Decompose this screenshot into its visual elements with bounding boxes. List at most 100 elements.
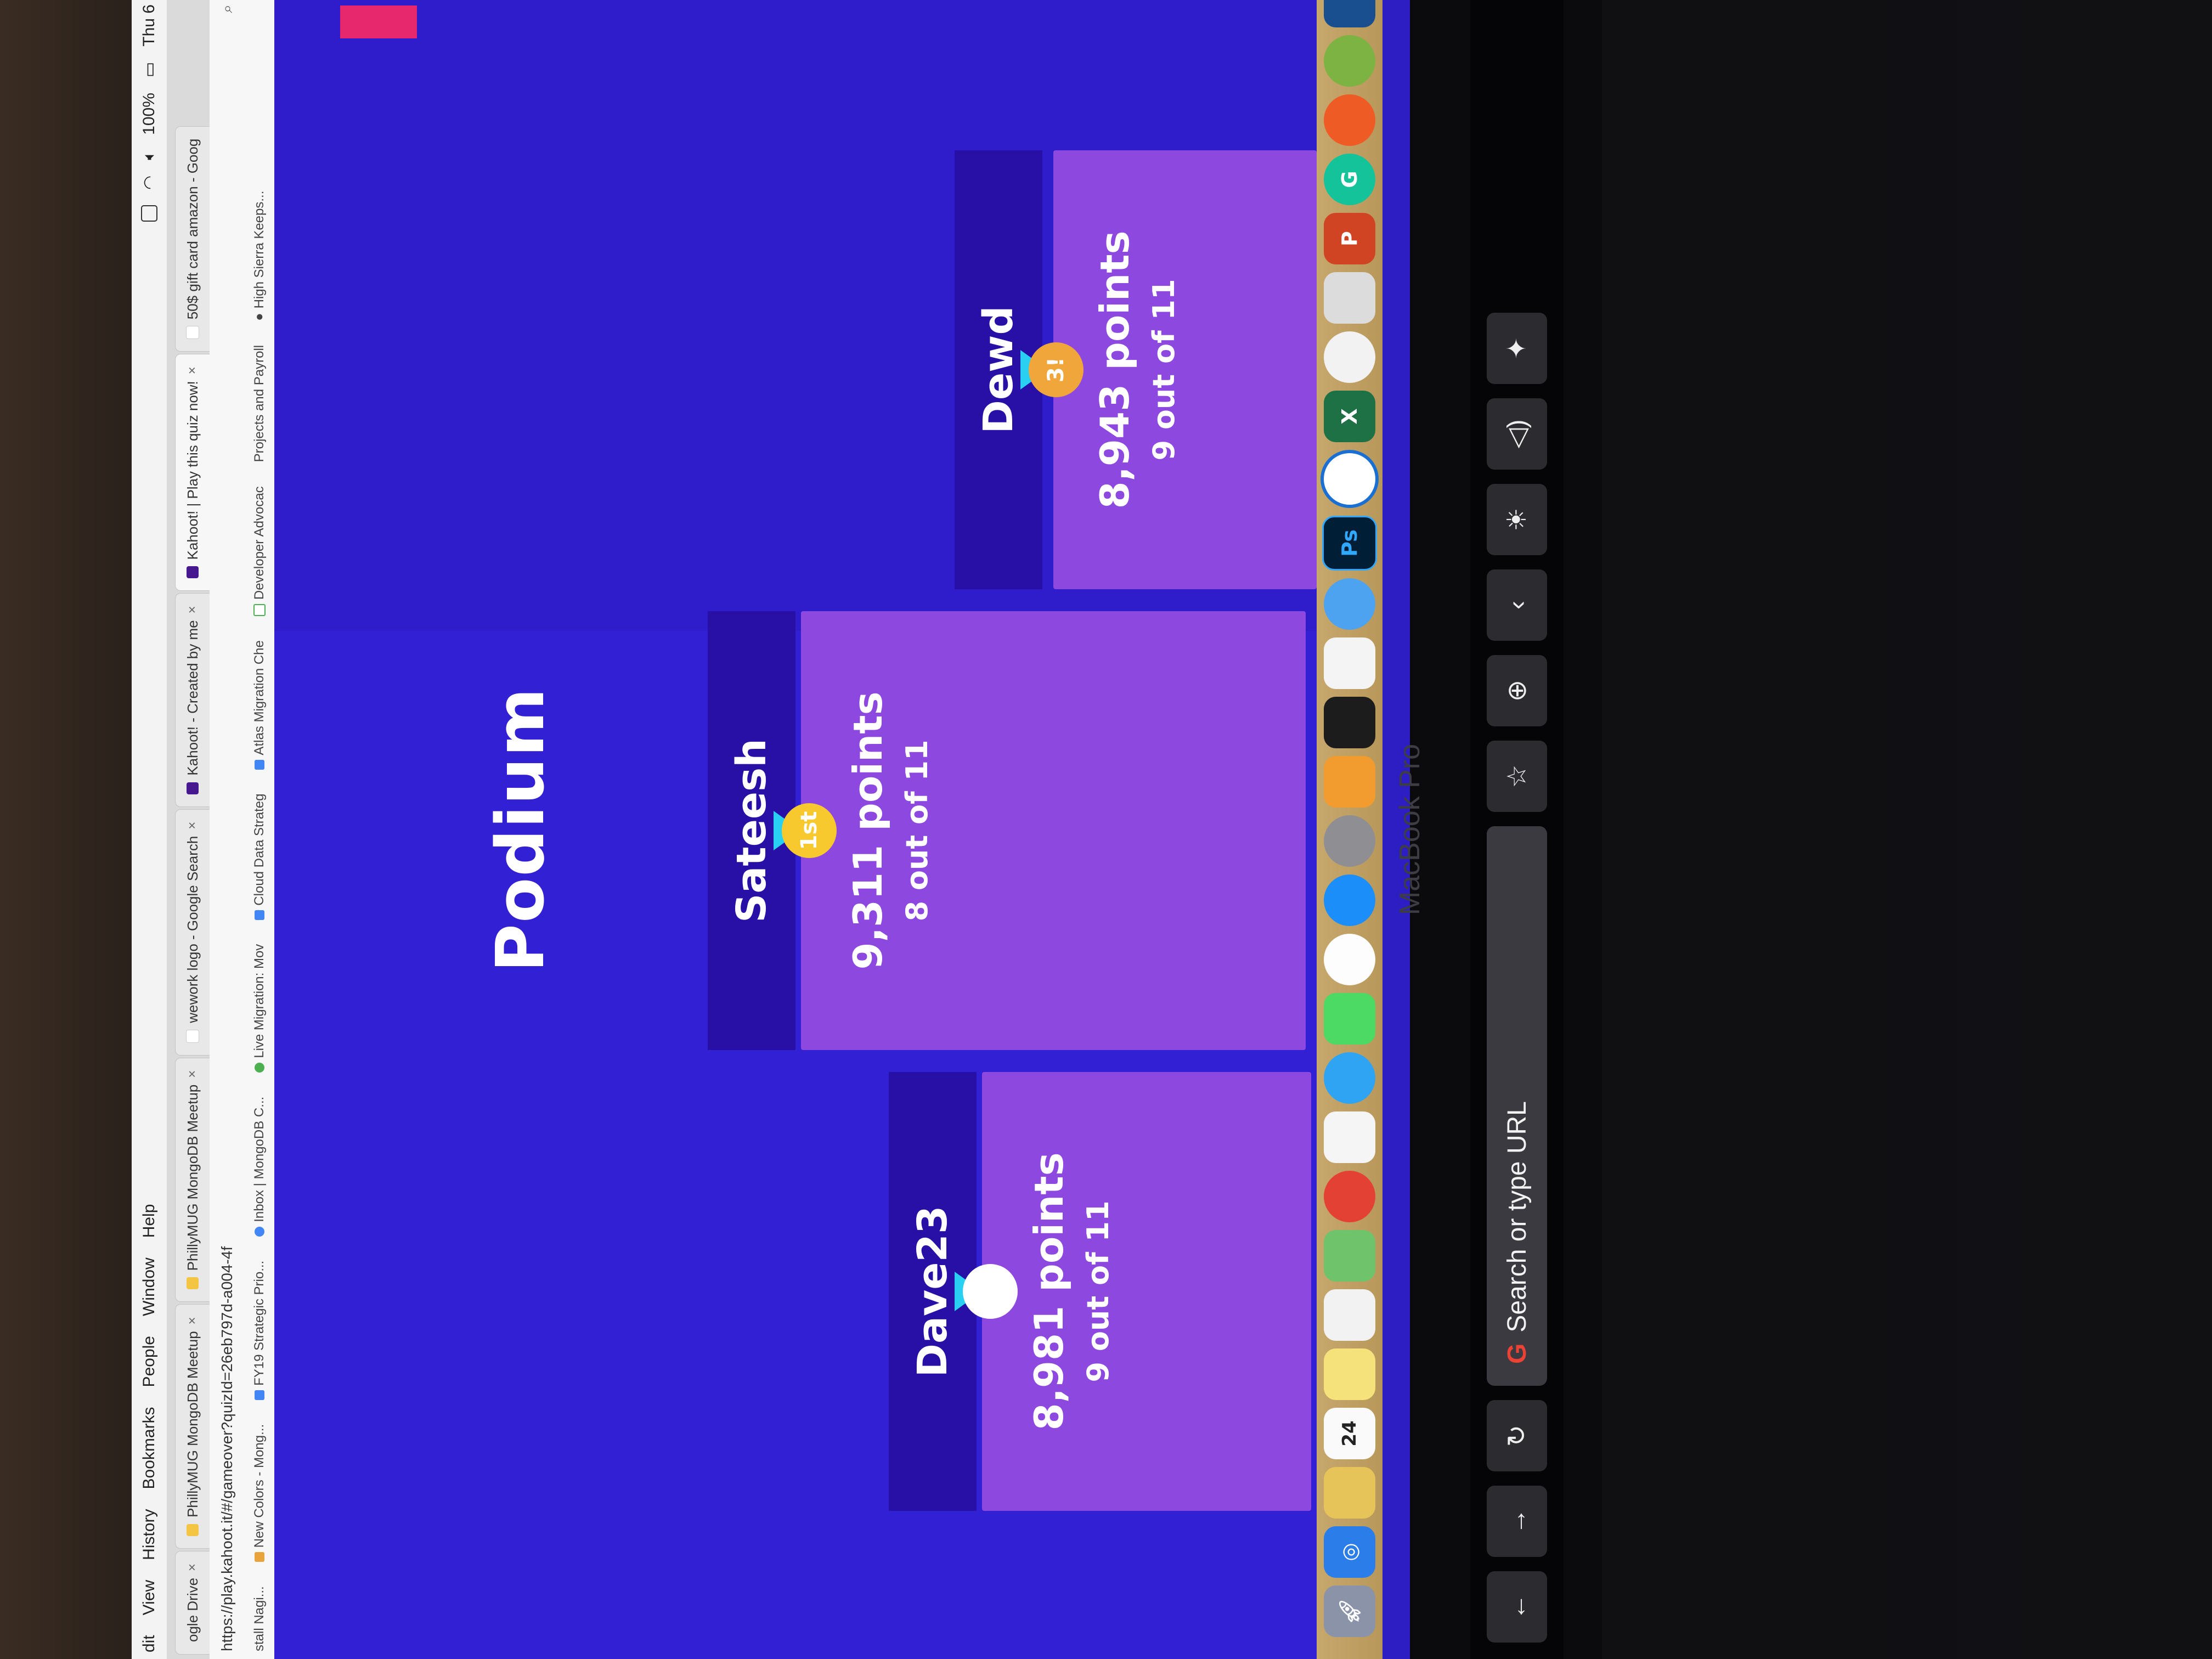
kahoot-icon bbox=[187, 566, 199, 579]
battery-icon[interactable]: ▭ bbox=[140, 62, 159, 77]
chat-icon[interactable] bbox=[1324, 35, 1375, 87]
url-field[interactable]: https://play.kahoot.it/#/gameover?quizId… bbox=[218, 13, 236, 1651]
kahoot-podium-page: Podium Dave23 8,981 points 9 out of 11 S… bbox=[274, 0, 1317, 1659]
tab-gift-card-search[interactable]: 50$ gift card amazon - Goog bbox=[175, 126, 210, 352]
app-store-icon[interactable] bbox=[1324, 874, 1375, 926]
status-icon[interactable] bbox=[141, 205, 157, 222]
siri-icon[interactable]: ✦ bbox=[1487, 313, 1547, 384]
bookmark-label: Inbox | MongoDB C... bbox=[252, 1096, 267, 1222]
expand-icon[interactable]: ‹ bbox=[1487, 569, 1547, 641]
bookmark-item[interactable]: Atlas Migration Che bbox=[252, 640, 267, 770]
bookmark-item[interactable]: Inbox | MongoDB C... bbox=[252, 1097, 267, 1237]
brightness-icon[interactable]: ☀ bbox=[1487, 484, 1547, 555]
tab-wework-search[interactable]: wework logo - Google Search × bbox=[175, 809, 210, 1056]
volume-icon[interactable]: 🔈︎ bbox=[140, 150, 159, 160]
bookmark-label: Atlas Migration Che bbox=[252, 640, 267, 755]
mongodb-compass-icon[interactable] bbox=[1324, 331, 1375, 383]
bookmark-label: FY19 Strategic Prio... bbox=[252, 1260, 267, 1386]
pink-accent-button[interactable] bbox=[340, 5, 417, 38]
clock[interactable]: Thu 6 bbox=[140, 4, 159, 47]
menu-bookmarks[interactable]: Bookmarks bbox=[140, 1407, 159, 1489]
bookmark-item[interactable]: stall Nagi... bbox=[252, 1586, 267, 1651]
lock-icon[interactable] bbox=[1324, 578, 1375, 630]
search-icon[interactable]: ⌕ bbox=[218, 4, 236, 13]
tab-meetup-1[interactable]: PhillyMUG MongoDB Meetup × bbox=[175, 1304, 210, 1549]
bookmark-item[interactable]: Projects and Payroll bbox=[252, 345, 267, 462]
menu-view[interactable]: View bbox=[140, 1580, 159, 1615]
touchbar-search-field[interactable]: G Search or type URL bbox=[1487, 826, 1547, 1386]
tab-kahoot-created[interactable]: Kahoot! - Created by me × bbox=[175, 593, 210, 807]
bookmark-label: stall Nagi... bbox=[252, 1586, 267, 1651]
forward-icon[interactable]: → bbox=[1487, 1486, 1547, 1557]
menu-history[interactable]: History bbox=[140, 1509, 159, 1560]
player-correct-count: 9 out of 11 bbox=[1081, 1200, 1115, 1383]
touch-bar: ← → ↻ G Search or type URL ☆ ⊕ ‹ ☀ ◁) ✦ bbox=[1470, 0, 1564, 1659]
ibooks-icon[interactable] bbox=[1324, 756, 1375, 808]
new-tab-icon[interactable]: ⊕ bbox=[1487, 655, 1547, 726]
volume-icon[interactable]: ◁) bbox=[1487, 398, 1547, 470]
menu-window[interactable]: Window bbox=[140, 1257, 159, 1316]
tab-label: wework logo - Google Search bbox=[184, 836, 201, 1023]
bookmark-item[interactable]: FY19 Strategic Prio... bbox=[252, 1261, 267, 1400]
wifi-icon[interactable]: ◠ bbox=[140, 176, 159, 190]
slack-icon[interactable] bbox=[1324, 637, 1375, 689]
robo3t-icon[interactable] bbox=[1324, 272, 1375, 324]
menu-people[interactable]: People bbox=[140, 1336, 159, 1387]
player-points: 8,943 points bbox=[1092, 230, 1138, 509]
bookmark-item[interactable]: Developer Advocac bbox=[252, 486, 267, 617]
reminders-icon[interactable] bbox=[1324, 1289, 1375, 1341]
chrome-icon[interactable] bbox=[1324, 1171, 1375, 1222]
grammarly-icon[interactable]: G bbox=[1324, 154, 1375, 205]
excel-icon[interactable]: X bbox=[1324, 391, 1375, 442]
close-icon[interactable]: × bbox=[185, 1070, 200, 1078]
macos-dock: 🚀︎ ◎ 24 Ps X P G bbox=[1317, 0, 1383, 1659]
player-points: 8,981 points bbox=[1026, 1152, 1072, 1431]
tab-meetup-2[interactable]: PhillyMUG MongoDB Meetup × bbox=[175, 1057, 210, 1302]
maps-icon[interactable] bbox=[1324, 1230, 1375, 1282]
calendar-icon[interactable]: 24 bbox=[1324, 1408, 1375, 1459]
laptop-brand: MacBook Pro bbox=[1394, 743, 1426, 916]
rocket-icon[interactable]: 🚀︎ bbox=[1324, 1585, 1375, 1637]
close-icon[interactable]: × bbox=[185, 1317, 200, 1324]
close-icon[interactable]: × bbox=[185, 822, 200, 830]
bookmark-item[interactable]: ● High Sierra Keeps... bbox=[252, 191, 267, 321]
tab-google-drive[interactable]: ogle Drive × bbox=[175, 1550, 210, 1655]
mysql-workbench-icon[interactable] bbox=[1324, 0, 1375, 27]
postman-icon[interactable] bbox=[1324, 94, 1375, 146]
tab-kahoot-play[interactable]: Kahoot! | Play this quiz now! × bbox=[175, 354, 210, 591]
google-icon: G bbox=[1502, 1343, 1532, 1364]
menu-edit[interactable]: dit bbox=[140, 1635, 159, 1652]
bookmark-icon bbox=[255, 910, 264, 920]
photos-icon[interactable] bbox=[1324, 1111, 1375, 1163]
address-bar: https://play.kahoot.it/#/gameover?quizId… bbox=[210, 0, 245, 1659]
google-icon bbox=[186, 326, 199, 340]
close-icon[interactable]: × bbox=[185, 366, 200, 374]
bookmark-star-icon[interactable]: ☆ bbox=[1487, 741, 1547, 812]
close-icon[interactable]: × bbox=[185, 606, 200, 613]
bookmark-label: High Sierra Keeps... bbox=[252, 190, 267, 309]
terminal-icon[interactable] bbox=[1324, 697, 1375, 748]
facetime-icon[interactable] bbox=[1324, 993, 1375, 1045]
reload-icon[interactable]: ↻ bbox=[1487, 1400, 1547, 1471]
itunes-icon[interactable] bbox=[1324, 934, 1375, 985]
battery-percent[interactable]: 100% bbox=[140, 93, 159, 135]
back-icon[interactable]: ← bbox=[1487, 1571, 1547, 1643]
browser-tabbar: ogle Drive × PhillyMUG MongoDB Meetup × … bbox=[167, 0, 210, 1659]
bookmark-item[interactable]: New Colors - Mong... bbox=[252, 1424, 267, 1562]
close-icon[interactable]: × bbox=[185, 1564, 200, 1571]
safari-icon[interactable]: ◎ bbox=[1324, 1526, 1375, 1578]
photoshop-icon[interactable]: Ps bbox=[1322, 516, 1377, 571]
1password-icon[interactable] bbox=[1321, 450, 1379, 508]
gold-medal-icon: 1st bbox=[782, 803, 837, 858]
messages-icon[interactable] bbox=[1324, 1052, 1375, 1104]
stickies-icon[interactable] bbox=[1324, 1348, 1375, 1400]
doc-icon bbox=[187, 1277, 199, 1290]
system-preferences-icon[interactable] bbox=[1324, 815, 1375, 867]
notes-icon[interactable] bbox=[1324, 1467, 1375, 1519]
powerpoint-icon[interactable]: P bbox=[1324, 213, 1375, 264]
bookmark-item[interactable]: Live Migration: Mov bbox=[252, 944, 267, 1073]
bookmark-icon bbox=[255, 1390, 264, 1400]
bookmark-icon bbox=[255, 759, 264, 770]
bookmark-item[interactable]: Cloud Data Strateg bbox=[252, 794, 267, 920]
menu-help[interactable]: Help bbox=[140, 1204, 159, 1238]
